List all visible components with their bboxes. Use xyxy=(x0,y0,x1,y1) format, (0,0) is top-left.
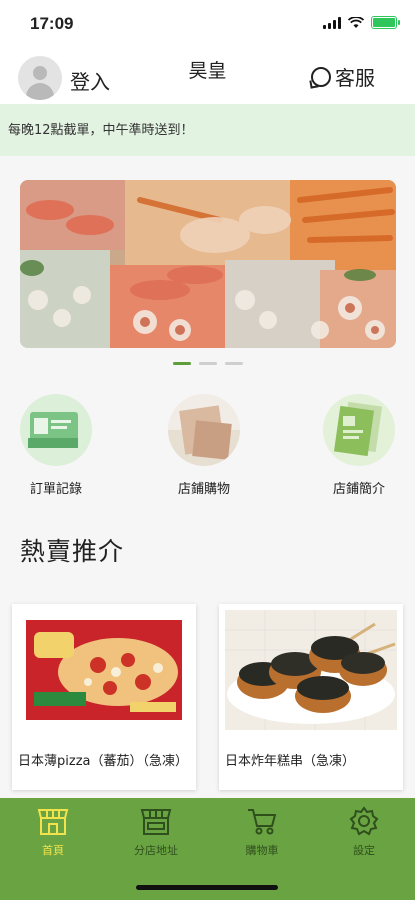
notice-banner: 每晚12點截單，中午準時送到！ xyxy=(0,104,415,156)
product-name: 日本炸年糕串（急凍） xyxy=(225,754,356,769)
status-bar: 17:09 xyxy=(0,0,415,48)
tab-home[interactable]: 首頁 xyxy=(3,806,103,858)
wifi-icon xyxy=(348,16,364,28)
tab-label: 設定 xyxy=(353,844,375,857)
quick-item-label: 店鋪購物 xyxy=(177,482,230,497)
order-record-icon xyxy=(20,394,92,466)
banner-carousel[interactable] xyxy=(20,180,396,348)
tab-label: 分店地址 xyxy=(134,844,178,857)
quick-menu: 訂單記錄 店鋪購物 店鋪簡介 xyxy=(0,394,415,504)
home-indicator xyxy=(136,885,278,890)
product-name: 日本薄pizza（蕃茄）（急凍） xyxy=(18,754,188,769)
section-title: 熱賣推介 xyxy=(20,537,125,566)
quick-item-order-record[interactable]: 訂單記錄 xyxy=(6,394,106,497)
bottom-tab-bar: 首頁 分店地址 購物車 設定 xyxy=(0,798,415,900)
status-time: 17:09 xyxy=(30,14,74,33)
customer-service-button[interactable]: 客服 xyxy=(311,62,375,91)
battery-icon xyxy=(371,16,400,29)
whatsapp-icon xyxy=(311,66,331,87)
store-shopping-icon xyxy=(168,394,240,466)
pizza-box-image xyxy=(18,610,190,730)
fried-rice-cake-skewer-image xyxy=(225,610,397,730)
carousel-dot[interactable] xyxy=(198,362,217,365)
tab-settings[interactable]: 設定 xyxy=(314,806,414,858)
seafood-banner-image xyxy=(20,180,396,348)
status-icons xyxy=(323,16,400,29)
quick-item-label: 訂單記錄 xyxy=(29,482,82,497)
carousel-indicator xyxy=(0,362,415,365)
signal-icon xyxy=(323,16,341,29)
product-card[interactable]: 日本薄pizza（蕃茄）（急凍） xyxy=(12,604,196,790)
quick-item-store-intro[interactable]: 店鋪簡介 xyxy=(309,394,409,497)
carousel-dot[interactable] xyxy=(224,362,243,365)
product-card[interactable]: 日本炸年糕串（急凍） xyxy=(219,604,403,790)
quick-item-store-shopping[interactable]: 店鋪購物 xyxy=(154,394,254,497)
store-intro-icon xyxy=(323,394,395,466)
customer-service-label: 客服 xyxy=(335,66,375,90)
gear-icon xyxy=(348,806,380,836)
carousel-dot[interactable] xyxy=(172,362,191,365)
tab-branch-address[interactable]: 分店地址 xyxy=(106,806,206,858)
cart-icon xyxy=(246,806,278,836)
home-store-icon xyxy=(37,806,69,836)
branch-store-icon xyxy=(140,806,172,836)
tab-label: 首頁 xyxy=(42,844,64,857)
header: 登入 昊皇 客服 xyxy=(0,48,415,104)
tab-label: 購物車 xyxy=(245,844,279,857)
quick-item-label: 店鋪簡介 xyxy=(332,482,385,497)
tab-cart[interactable]: 購物車 xyxy=(212,806,312,858)
